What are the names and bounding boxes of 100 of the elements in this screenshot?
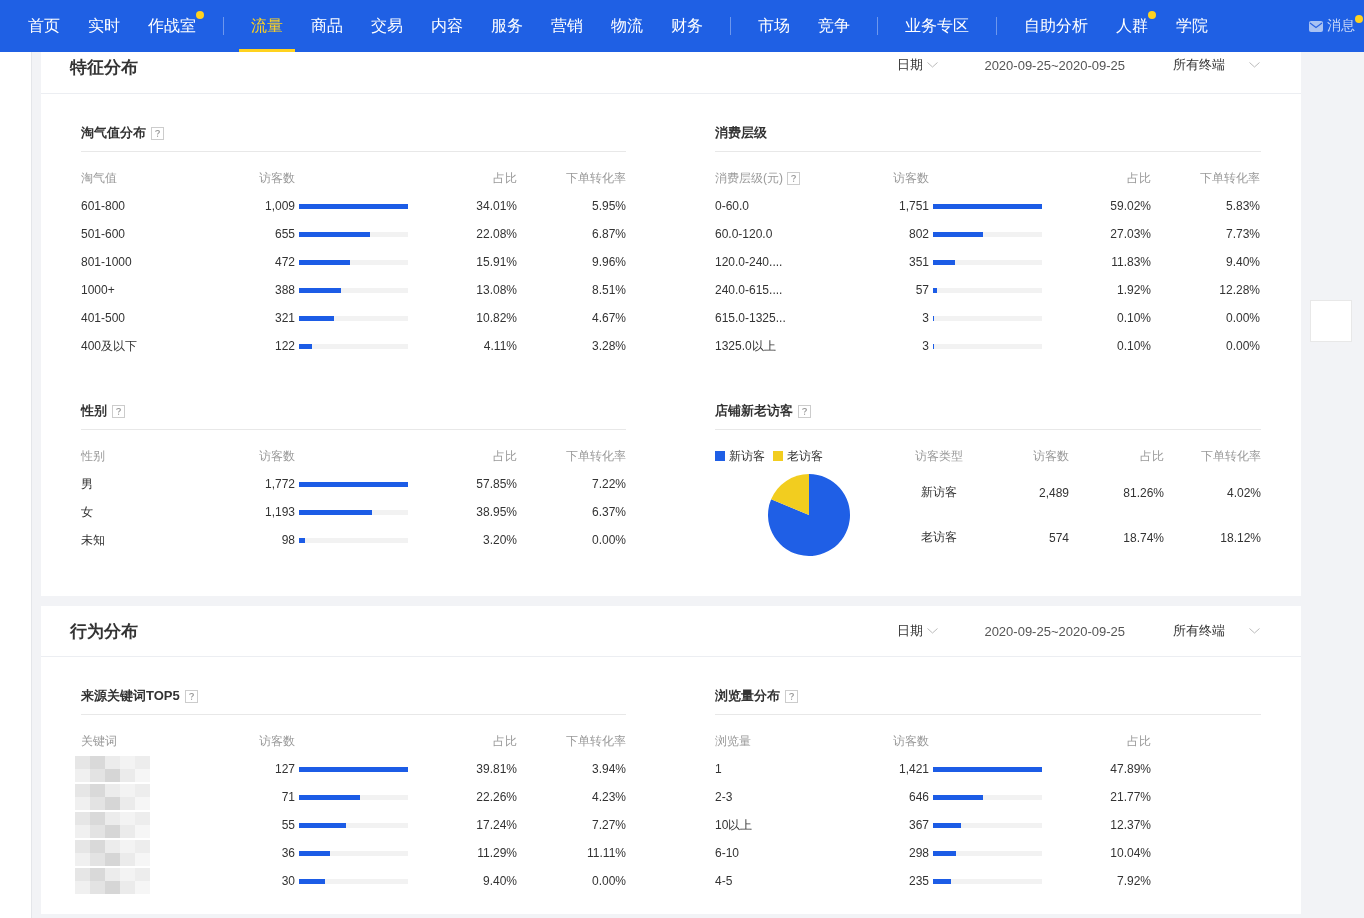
nav-tab[interactable]: 财务 — [669, 0, 705, 52]
column-header: 访客数 — [259, 447, 296, 465]
table-cell-text: 240.0-615.... — [715, 283, 784, 297]
nav-tab[interactable]: 物流 — [609, 0, 645, 52]
nav-tab[interactable]: 自助分析 — [1022, 0, 1090, 52]
date-range: 2020-09-25~2020-09-25 — [984, 623, 1125, 639]
table-cell-text: 18.12% — [1219, 530, 1261, 545]
table-cell-text: 0.10% — [1115, 311, 1151, 325]
chevron-down-icon — [1249, 628, 1260, 634]
nav-tab[interactable]: 实时 — [86, 0, 122, 52]
table-cell-text: 1.92% — [1115, 283, 1151, 297]
table-cell-text: 1 — [715, 762, 723, 776]
table-cell-text: 646 — [907, 790, 929, 804]
date-dropdown[interactable]: 日期 — [897, 56, 939, 74]
table-cell-text: 男 — [81, 475, 94, 493]
table-cell-text: 11.29% — [476, 846, 517, 860]
panel-title: 来源关键词TOP5 — [81, 687, 180, 705]
table-cell-text: 新访客 — [920, 484, 958, 501]
messages-link[interactable]: 消息 — [1309, 0, 1355, 52]
column-header: 访客数 — [893, 732, 930, 750]
table-cell-text: 1,193 — [263, 505, 295, 519]
terminal-dropdown[interactable]: 所有终端 — [1173, 622, 1260, 640]
table-cell-text: 122 — [273, 339, 295, 353]
table-cell-text: 15.91% — [475, 255, 517, 269]
table-cell-text: 5.95% — [590, 199, 626, 213]
table-cell-text: 3.20% — [481, 533, 517, 547]
column-header: 占比 — [492, 447, 517, 465]
nav-tab[interactable]: 首页 — [26, 0, 62, 52]
chevron-down-icon — [927, 628, 939, 634]
table-cell-text: 30 — [280, 874, 295, 888]
table-cell-text: 0.00% — [590, 874, 626, 888]
table-cell-text: 17.24% — [475, 818, 517, 832]
table-cell-text: 11.11% — [586, 846, 626, 860]
table-cell-text: 4.02% — [1225, 485, 1261, 500]
legend-item[interactable]: 老访客 — [773, 447, 823, 465]
table-cell-text: 0.00% — [590, 533, 626, 547]
column-header: 浏览量 — [715, 732, 752, 750]
table-cell-text: 47.89% — [1109, 762, 1151, 776]
table-cell-text: 12.37% — [1109, 818, 1151, 832]
section-title: 特征分布 — [70, 57, 138, 79]
column-header: 访客数 — [893, 169, 930, 187]
help-icon[interactable] — [785, 689, 798, 703]
table-cell-text: 59.02% — [1109, 199, 1151, 213]
nav-tab[interactable]: 服务 — [489, 0, 525, 52]
table-cell-text: 127 — [273, 762, 295, 776]
help-icon[interactable] — [798, 404, 811, 418]
nav-tab[interactable]: 竞争 — [816, 0, 852, 52]
chevron-down-icon — [1249, 62, 1260, 68]
table-cell-text: 36 — [280, 846, 295, 860]
nav-tab[interactable]: 营销 — [549, 0, 585, 52]
table-cell-text: 400及以下 — [81, 337, 139, 355]
table-cell-text: 11.83% — [1110, 255, 1151, 269]
table-cell-text: 351 — [907, 255, 929, 269]
table-cell-text: 21.77% — [1109, 790, 1151, 804]
nav-tab[interactable]: 市场 — [756, 0, 792, 52]
blurred-keyword-icon — [75, 840, 150, 866]
table-cell-text: 38.95% — [475, 505, 517, 519]
table-cell-text: 39.81% — [475, 762, 517, 776]
help-icon[interactable] — [787, 171, 800, 185]
date-dropdown[interactable]: 日期 — [897, 622, 939, 640]
blurred-keyword-icon — [75, 756, 150, 782]
column-header: 占比 — [1126, 732, 1151, 750]
table-cell-text: 615.0-1325... — [715, 311, 787, 325]
chevron-down-icon — [927, 62, 939, 68]
table-cell-text: 55 — [280, 818, 295, 832]
panel-title: 浏览量分布 — [715, 687, 780, 705]
nav-tab[interactable]: 作战室 — [146, 0, 198, 52]
table-cell-text: 7.22% — [590, 477, 626, 491]
column-header: 下单转化率 — [565, 447, 626, 465]
table-cell-text: 120.0-240.... — [715, 255, 784, 269]
table-cell-text: 1325.0以上 — [715, 337, 777, 355]
nav-tab[interactable]: 学院 — [1174, 0, 1210, 52]
table-cell-text: 1,751 — [897, 199, 929, 213]
table-cell-text: 34.01% — [475, 199, 517, 213]
column-header: 访客数 — [259, 732, 296, 750]
table-cell-text: 235 — [907, 874, 929, 888]
table-cell-text: 6.87% — [590, 227, 626, 241]
panel-title: 淘气值分布 — [81, 124, 146, 142]
table-cell-text: 4.67% — [590, 311, 626, 325]
legend-item[interactable]: 新访客 — [715, 447, 765, 465]
nav-tab[interactable]: 内容 — [429, 0, 465, 52]
table-cell-text: 10.04% — [1109, 846, 1151, 860]
table-cell-text: 4.11% — [482, 339, 517, 353]
table-cell-text: 0-60.0 — [715, 199, 751, 213]
table-cell-text: 22.08% — [475, 227, 517, 241]
table-cell-text: 3.28% — [590, 339, 626, 353]
help-icon[interactable] — [112, 404, 125, 418]
nav-tab[interactable]: 业务专区 — [903, 0, 971, 52]
help-icon[interactable] — [151, 126, 164, 140]
table-cell-text: 老访客 — [920, 529, 958, 546]
table-cell-text: 655 — [273, 227, 295, 241]
table-cell-text: 3.94% — [590, 762, 626, 776]
nav-tab[interactable]: 交易 — [369, 0, 405, 52]
table-cell-text: 3 — [921, 339, 929, 353]
nav-tab[interactable]: 人群 — [1114, 0, 1150, 52]
table-cell-text: 81.26% — [1122, 485, 1164, 500]
help-icon[interactable] — [184, 689, 198, 703]
nav-tab[interactable]: 商品 — [309, 0, 345, 52]
table-cell-text: 7.73% — [1224, 227, 1260, 241]
terminal-dropdown[interactable]: 所有终端 — [1173, 56, 1260, 74]
